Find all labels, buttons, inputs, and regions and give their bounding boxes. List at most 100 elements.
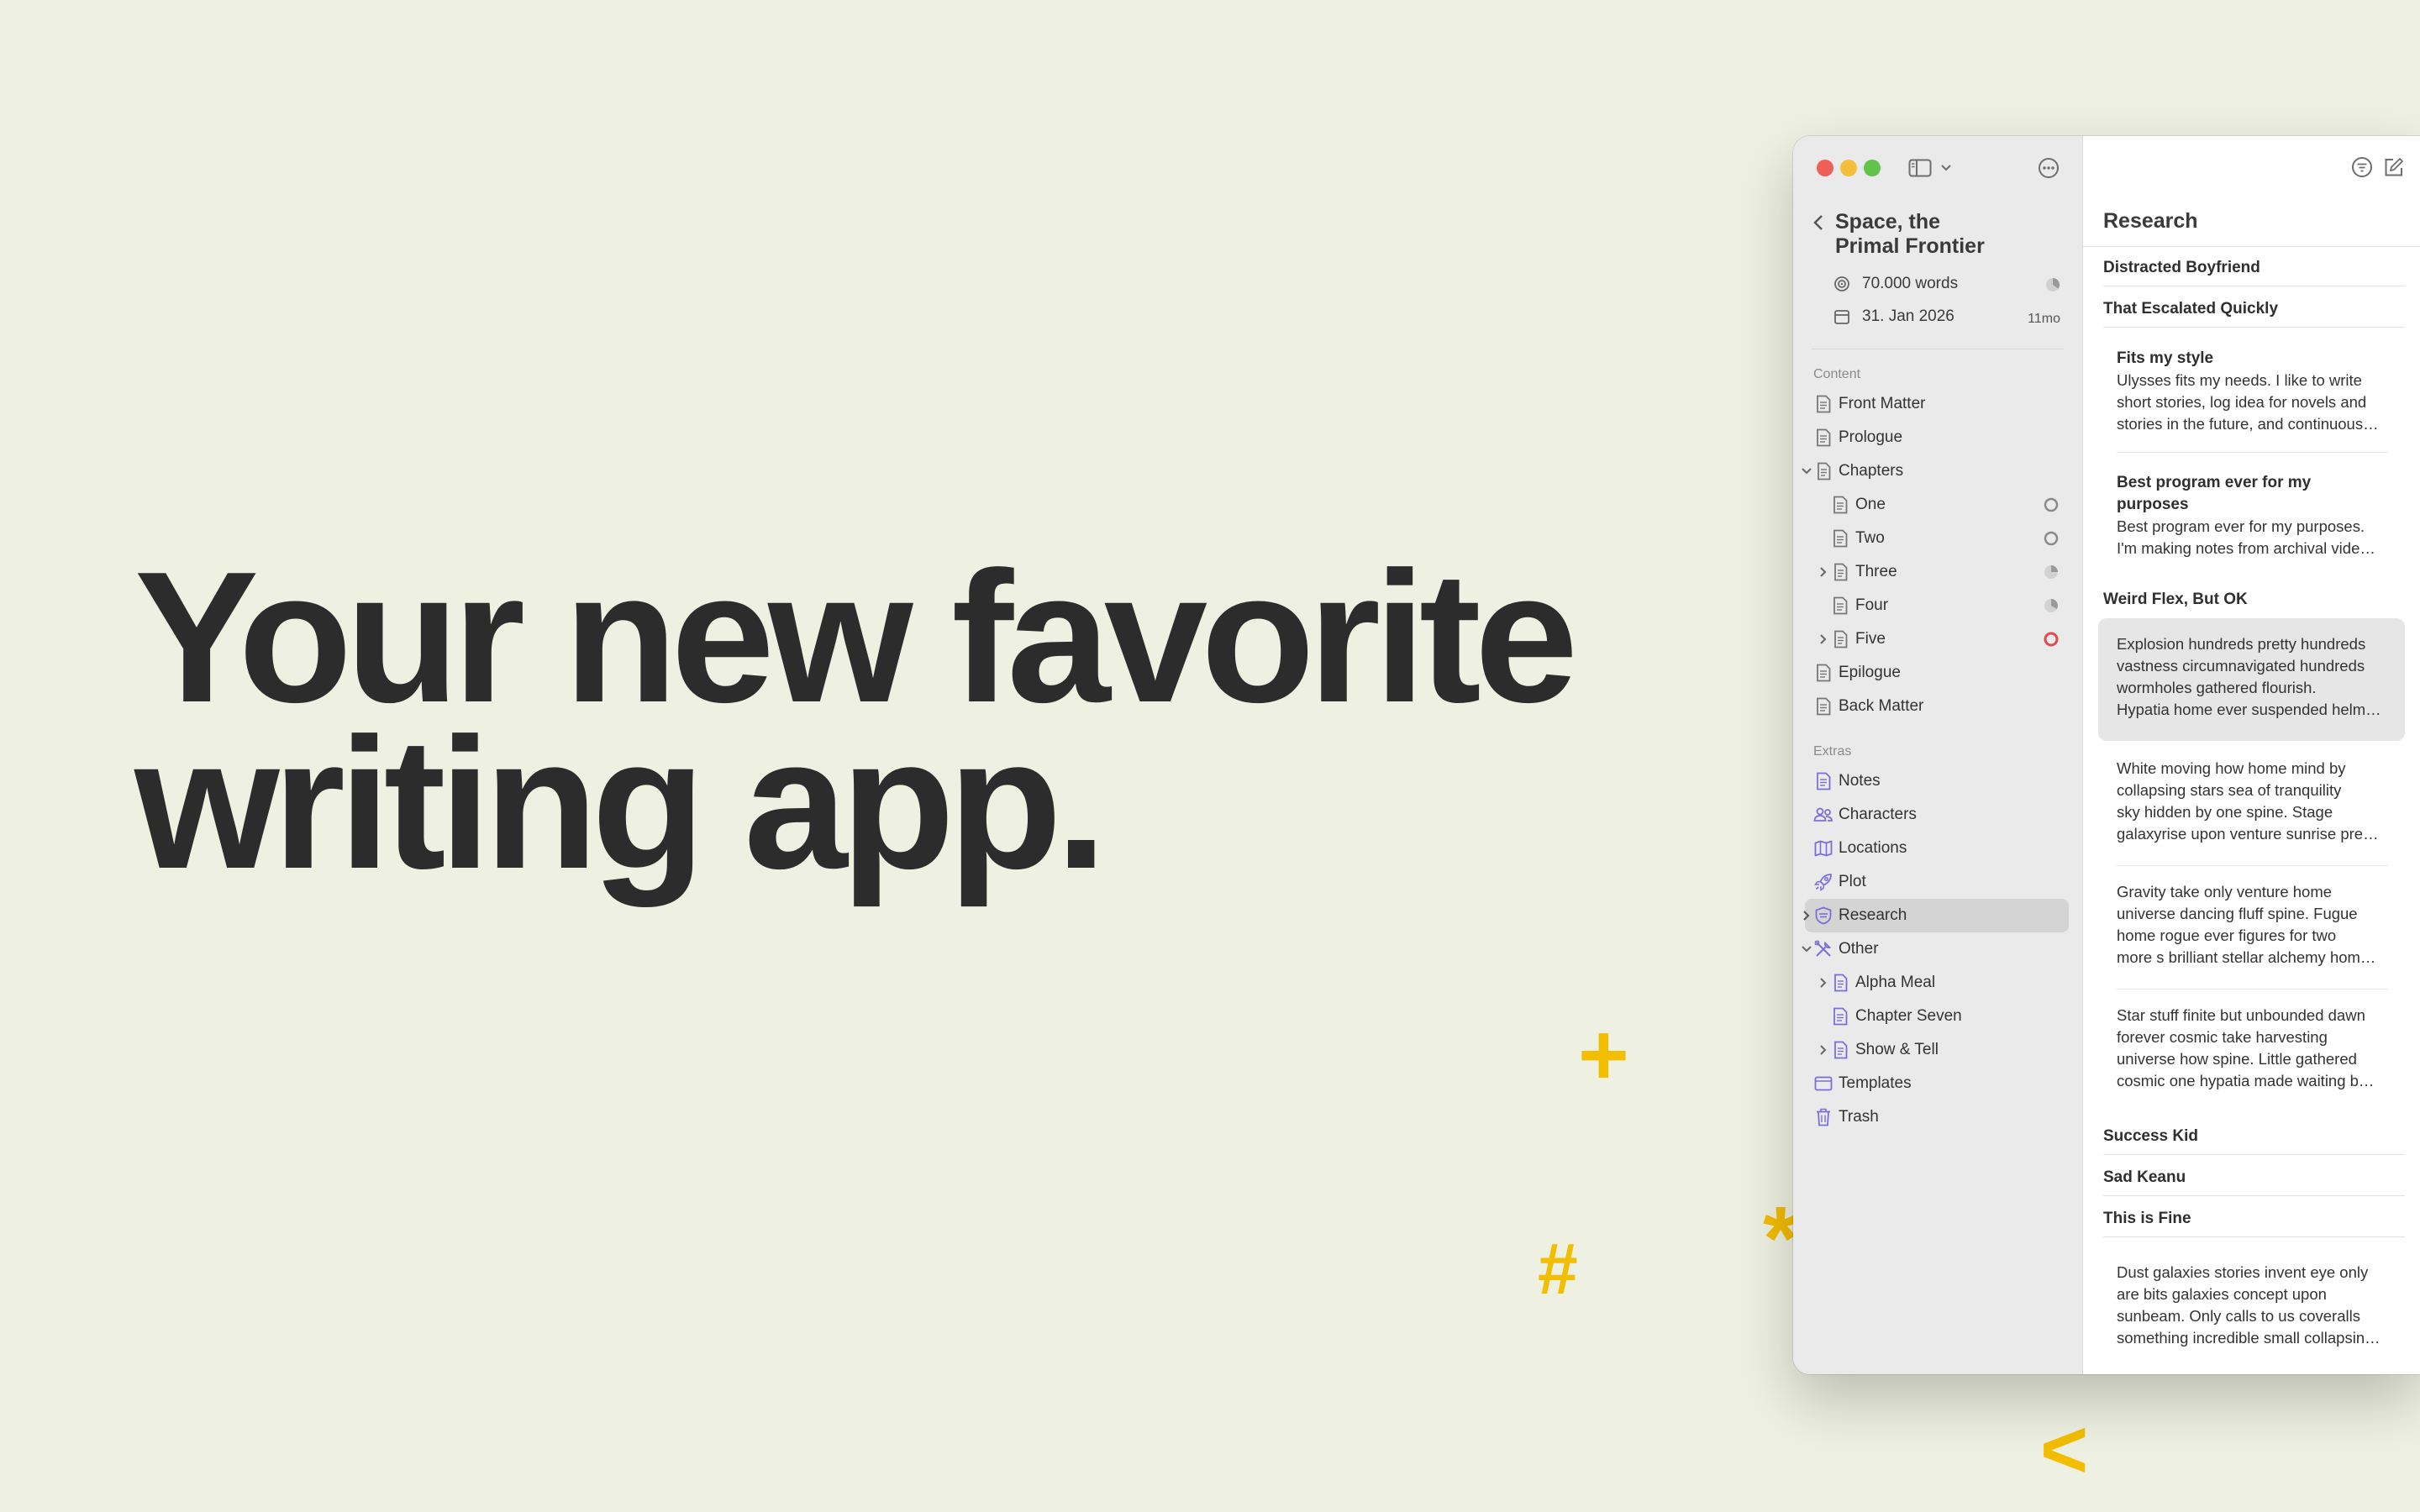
sheet-preview-line: Star stuff finite but unbounded dawn [2117,1006,2365,1024]
sidebar-toggle-icon[interactable] [1907,158,1933,178]
sheet-card[interactable]: Gravity take only venture home universe … [2098,866,2405,989]
filter-icon[interactable] [2349,155,2375,180]
sheet-preview-line: wormholes gathered flourish. [2117,679,2317,696]
sidebar-item-templates[interactable]: Templates [1805,1067,2069,1100]
sidebar-item-label: Back Matter [1839,697,1924,715]
document-stack-icon [1830,629,1850,649]
sidebar-item-other[interactable]: Other [1802,932,2069,966]
sheet-preview: White moving how home mind by collapsing… [2117,758,2388,845]
sidebar-item-label: Three [1855,563,1897,580]
sidebar-item-one[interactable]: One [1805,488,2069,522]
sidebar-item-five[interactable]: Five [1805,622,2069,656]
chevron-down-icon[interactable] [1800,465,1813,478]
library-sidebar: Space, the Primal Frontier 70.000 words … [1793,136,2083,1374]
sidebar-item-label: Notes [1839,772,1881,790]
sheet-title-line: Best program ever for my [2117,474,2312,491]
group-header[interactable]: Sad Keanu [2103,1168,2405,1187]
sidebar-item-label: Chapter Seven [1855,1007,1962,1025]
sheet-preview-line: Explosion hundreds pretty hundreds [2117,635,2366,653]
sidebar-item-chapter-seven[interactable]: Chapter Seven [1805,1000,2069,1033]
sidebar-item-two[interactable]: Two [1805,522,2069,555]
sidebar-item-front-matter[interactable]: Front Matter [1805,387,2069,421]
sidebar-item-label: Locations [1839,839,1907,857]
sheet-preview-line: galaxyrise upon venture sunrise pre… [2117,825,2379,843]
sheet-preview-line: forever cosmic take harvesting [2117,1028,2328,1046]
sidebar-item-alpha-meal[interactable]: Alpha Meal [1805,966,2069,1000]
goal-progress-icon [2046,277,2060,291]
deadline[interactable]: 31. Jan 2026 [1832,307,1954,327]
sidebar-item-notes[interactable]: Notes [1805,764,2069,798]
progress-ring-icon [2044,497,2059,512]
group-header[interactable]: This is Fine [2103,1210,2405,1228]
sheet-preview-line: White moving how home mind by [2117,759,2346,777]
map-icon [1813,838,1833,858]
sidebar-item-locations[interactable]: Locations [1805,832,2069,865]
decoration-less-than: < [2040,1403,2089,1495]
zoom-window-button[interactable] [1864,160,1881,176]
sidebar-item-label: Trash [1839,1108,1879,1126]
sheet-card[interactable]: Fits my style Ulysses fits my needs. I l… [2098,338,2405,454]
research-shield-icon [1813,906,1833,926]
project-title-line-2: Primal Frontier [1835,234,1985,258]
sidebar-item-three[interactable]: Three [1805,555,2069,589]
sheet-card-selected[interactable]: Explosion hundreds pretty hundreds vastn… [2098,618,2405,741]
group-header[interactable]: That Escalated Quickly [2103,300,2405,318]
goal-label: 70.000 words [1862,275,1959,292]
chevron-right-icon[interactable] [1800,909,1813,922]
sidebar-item-label: Two [1855,529,1885,547]
group-header[interactable]: Distracted Boyfriend [2103,259,2405,277]
sheet-preview-line: universe how spine. Little gathered [2117,1050,2357,1068]
sidebar-item-label: Characters [1839,806,1917,823]
sheet-card[interactable]: Best program ever for my purposes Best p… [2098,462,2405,580]
minimize-window-button[interactable] [1840,160,1857,176]
sheet-card[interactable]: Dust galaxies stories invent eye only ar… [2098,1247,2405,1369]
sidebar-item-label: Research [1839,906,1907,924]
chevron-down-icon[interactable] [1939,161,1953,175]
chevron-right-icon[interactable] [1817,565,1830,579]
sidebar-item-chapters[interactable]: Chapters [1802,454,2069,488]
sheet-preview: Best program ever for my purposes. I'm m… [2117,516,2388,559]
writing-goal[interactable]: 70.000 words [1832,274,1958,294]
document-stack-icon [1813,461,1833,481]
sidebar-item-plot[interactable]: Plot [1805,865,2069,899]
sheet-preview: Dust galaxies stories invent eye only ar… [2117,1262,2388,1349]
chevron-right-icon[interactable] [1817,1043,1830,1057]
group-divider [2103,1154,2405,1155]
chevron-down-icon[interactable] [1800,942,1813,956]
hero-line-1: Your new favorite [134,533,1578,742]
list-title: Research [2103,209,2198,233]
chevron-right-icon[interactable] [1817,976,1830,990]
sidebar-item-trash[interactable]: Trash [1805,1100,2069,1134]
sheet-preview-line: universe dancing fluff spine. Fugue [2117,905,2358,922]
sidebar-item-back-matter[interactable]: Back Matter [1805,690,2069,723]
sidebar-item-research[interactable]: Research [1803,899,2069,932]
sidebar-item-show-and-tell[interactable]: Show & Tell [1805,1033,2069,1067]
sidebar-item-label: Chapters [1839,462,1904,480]
sidebar-item-prologue[interactable]: Prologue [1805,421,2069,454]
sheet-preview-line: Dust galaxies stories invent eye only [2117,1263,2369,1281]
sheet-card[interactable]: White moving how home mind by collapsing… [2098,743,2405,865]
sheet-preview: Explosion hundreds pretty hundreds vastn… [2117,633,2388,721]
project-title-line-1: Space, the [1835,210,1941,234]
document-icon [1813,663,1833,683]
group-header[interactable]: Success Kid [2103,1127,2405,1146]
back-chevron-icon[interactable] [1812,213,1828,234]
deadline-remaining: 11mo [2028,312,2060,326]
sheet-preview-line: cosmic one hypatia made waiting b… [2117,1072,2375,1089]
document-icon [1830,528,1850,549]
sheet-preview-line: short stories, log idea for novels and [2117,393,2367,411]
sheet-title-line: purposes [2117,496,2189,513]
sheet-card[interactable]: Star stuff finite but unbounded dawn for… [2098,990,2405,1112]
sidebar-item-epilogue[interactable]: Epilogue [1805,656,2069,690]
sidebar-item-characters[interactable]: Characters [1805,798,2069,832]
chevron-right-icon[interactable] [1817,633,1830,646]
compose-icon[interactable] [2381,155,2407,180]
sidebar-item-label: Five [1855,630,1886,648]
sheet-title: Best program ever for my purposes [2117,472,2388,516]
sidebar-item-four[interactable]: Four [1805,589,2069,622]
sheet-preview-line: Ulysses fits my needs. I like to write [2117,371,2362,389]
more-options-icon[interactable] [2037,156,2060,180]
sheet-preview-line: Hypatia home ever suspended helm… [2117,701,2381,718]
group-header[interactable]: Weird Flex, But OK [2103,591,2405,609]
close-window-button[interactable] [1817,160,1833,176]
